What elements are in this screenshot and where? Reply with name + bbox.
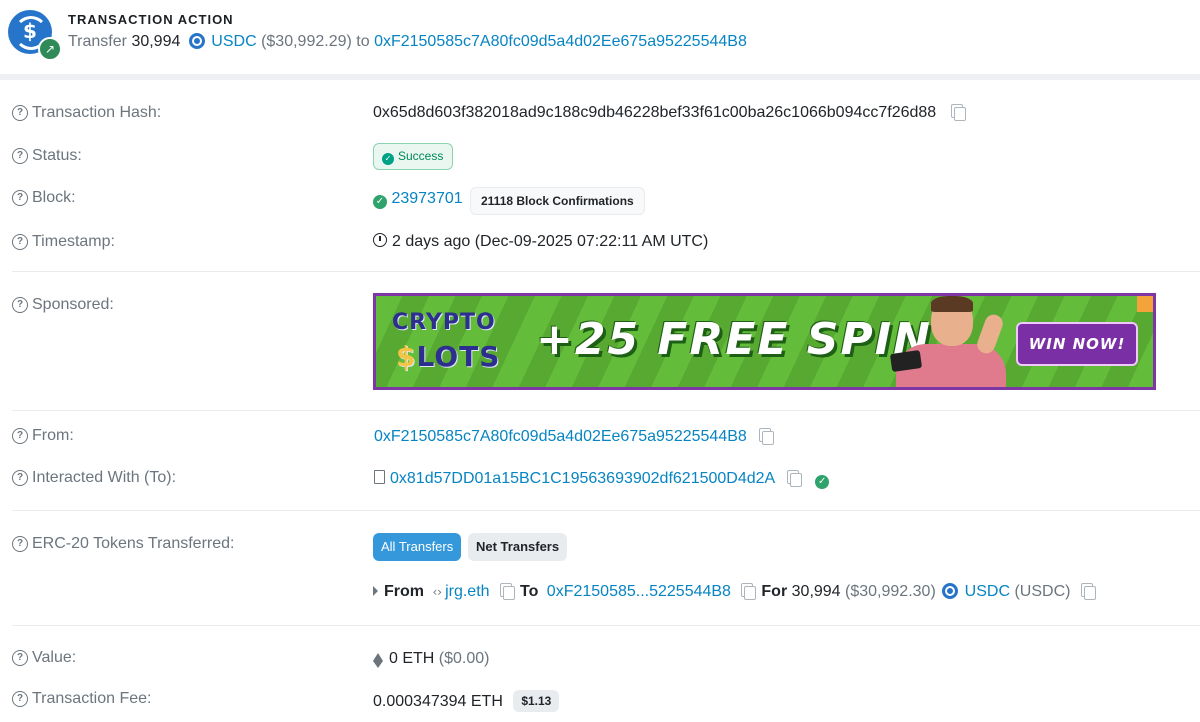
transfer-usd: ($30,992.30) <box>845 583 936 600</box>
caret-right-icon[interactable] <box>373 586 378 596</box>
tab-all-transfers[interactable]: All Transfers <box>373 533 462 561</box>
transfer-token-link[interactable]: USDC <box>965 583 1010 600</box>
transaction-action-summary: Transfer 30,994 USDC ($30,992.29) to 0xF… <box>68 33 747 51</box>
erc20-label: ERC-20 Tokens Transferred: <box>32 535 235 552</box>
timestamp-value: 2 days ago (Dec-09-2025 07:22:11 AM UTC) <box>373 233 708 251</box>
question-circle-icon[interactable]: ? <box>12 105 28 121</box>
fee-usd-badge: $1.13 <box>513 690 560 712</box>
fee-value: 0.000347394 ETH $1.13 <box>373 690 560 712</box>
fee-eth: 0.000347394 ETH <box>373 693 503 710</box>
sponsored-banner-ad[interactable]: CRYPTO $LOTS +25 FREE SPINS WIN NOW! <box>373 293 1156 390</box>
tab-net-transfers[interactable]: Net Transfers <box>468 533 568 561</box>
ad-brand-line2: $LOTS <box>396 340 501 373</box>
question-circle-icon[interactable]: ? <box>12 470 28 486</box>
ens-icon: ‹› <box>432 585 443 599</box>
status-text: Success <box>398 149 444 163</box>
section-divider <box>12 271 1200 272</box>
copy-icon[interactable] <box>786 470 802 487</box>
transfer-token-symbol: (USDC) <box>1014 583 1071 600</box>
ad-info-icon[interactable] <box>1137 296 1153 312</box>
block-label: Block: <box>32 189 76 206</box>
tx-hash-value: 0x65d8d603f382018ad9c188c9db46228bef33f6… <box>373 104 966 122</box>
value-label: Value: <box>32 649 77 666</box>
status-label: Status: <box>32 147 82 164</box>
verified-check-icon: ✓ <box>815 475 830 489</box>
interacted-with-value: 0x81d57DD01a15BC1C19563693902df621500D4d… <box>374 470 830 489</box>
tx-hash-text: 0x65d8d603f382018ad9c188c9db46228bef33f6… <box>373 104 937 121</box>
ad-brand-line1: CRYPTO <box>392 310 496 335</box>
action-token-link[interactable]: USDC <box>211 33 256 50</box>
file-contract-icon <box>374 470 385 484</box>
transaction-action-header: $ ↗ TRANSACTION ACTION Transfer 30,994 U… <box>0 0 1200 74</box>
from-value: 0xF2150585c7A80fc09d5a4d02Ee675a95225544… <box>374 428 775 446</box>
copy-icon[interactable] <box>1080 583 1096 600</box>
block-confirmations-badge: 21118 Block Confirmations <box>470 187 645 215</box>
transfer-to-link[interactable]: 0xF2150585...5225544B8 <box>547 583 731 600</box>
block-number-link[interactable]: 23973701 <box>391 190 462 207</box>
question-circle-icon[interactable]: ? <box>12 190 28 206</box>
timestamp-label: Timestamp: <box>32 233 115 250</box>
question-circle-icon[interactable]: ? <box>12 234 28 250</box>
action-usd-value: ($30,992.29) <box>261 33 352 50</box>
section-divider <box>12 410 1200 411</box>
copy-icon[interactable] <box>499 583 515 600</box>
action-to-word: to <box>356 33 370 50</box>
question-circle-icon[interactable]: ? <box>12 650 28 666</box>
header-divider <box>0 74 1200 80</box>
question-circle-icon[interactable]: ? <box>12 691 28 707</box>
value-usd: ($0.00) <box>438 650 490 667</box>
usdc-icon <box>188 33 205 49</box>
from-address-link[interactable]: 0xF2150585c7A80fc09d5a4d02Ee675a95225544… <box>374 428 747 445</box>
sponsored-label: Sponsored: <box>32 296 114 313</box>
fee-label: Transaction Fee: <box>32 690 152 707</box>
check-circle-icon: ✓ <box>382 153 394 165</box>
check-circle-icon: ✓ <box>373 195 387 209</box>
transfer-arrow-icon: ↗ <box>38 37 62 61</box>
transfer-to-word: To <box>519 583 539 600</box>
value-amount: 0 ETH ($0.00) <box>373 650 490 668</box>
tx-hash-label: Transaction Hash: <box>32 104 162 121</box>
transfer-amount: 30,994 <box>791 583 841 600</box>
erc20-transfer-row: From ‹› jrg.eth To 0xF2150585...5225544B8… <box>373 583 1096 601</box>
copy-icon[interactable] <box>759 428 775 445</box>
section-divider <box>12 510 1200 511</box>
section-divider <box>12 625 1200 626</box>
question-circle-icon[interactable]: ? <box>12 428 28 444</box>
status-badge: ✓ Success <box>373 143 454 170</box>
copy-icon[interactable] <box>741 583 757 600</box>
transfer-from-word: From <box>384 583 424 600</box>
interacted-with-label: Interacted With (To): <box>32 469 177 486</box>
question-circle-icon[interactable]: ? <box>12 297 28 313</box>
clock-icon <box>373 233 387 247</box>
action-to-address-link[interactable]: 0xF2150585c7A80fc09d5a4d02Ee675a95225544… <box>374 33 747 50</box>
transfer-from-link[interactable]: jrg.eth <box>445 583 489 600</box>
action-verb: Transfer <box>68 33 127 50</box>
value-eth: 0 ETH <box>389 650 435 667</box>
from-label: From: <box>32 427 74 444</box>
contract-address-link[interactable]: 0x81d57DD01a15BC1C19563693902df621500D4d… <box>390 470 774 487</box>
timestamp-text: 2 days ago (Dec-09-2025 07:22:11 AM UTC) <box>392 233 709 250</box>
block-value: ✓ 23973701 <box>373 190 463 209</box>
question-circle-icon[interactable]: ? <box>12 148 28 164</box>
ethereum-icon <box>373 653 383 668</box>
action-amount: 30,994 <box>131 33 181 50</box>
transfer-for-word: For <box>761 583 788 600</box>
ad-win-now-button[interactable]: WIN NOW! <box>1016 322 1138 366</box>
question-circle-icon[interactable]: ? <box>12 536 28 552</box>
usdc-icon <box>942 583 959 599</box>
copy-icon[interactable] <box>950 104 966 121</box>
transaction-action-title: TRANSACTION ACTION <box>68 12 234 27</box>
